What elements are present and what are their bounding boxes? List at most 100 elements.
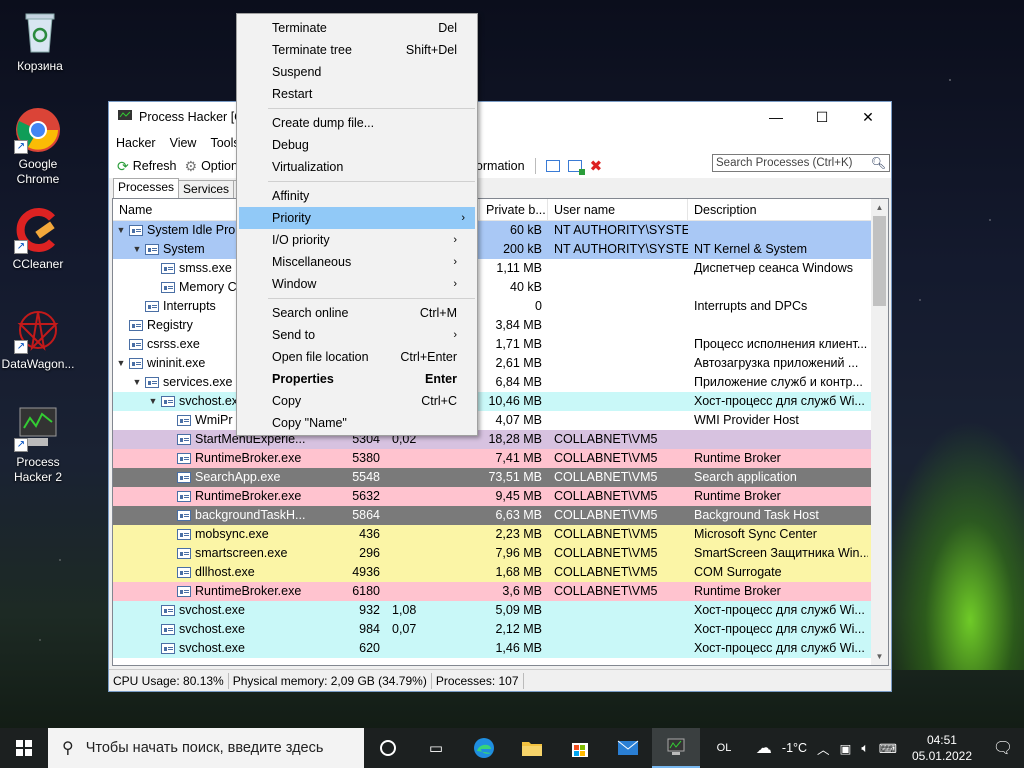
weather-cloud-icon[interactable]: ☁ <box>751 738 777 758</box>
desktop-icon-google-chrome[interactable]: ↗ Google Chrome <box>0 106 78 187</box>
desktop-icon-recycle-bin[interactable]: Корзина <box>0 8 80 74</box>
start-button[interactable] <box>0 728 48 768</box>
menu-item-terminate[interactable]: Terminate Del <box>237 17 477 39</box>
table-row[interactable]: Interrupts 0 Interrupts and DPCs <box>113 297 888 316</box>
menu-item-copy-name[interactable]: Copy "Name" <box>237 412 477 434</box>
process-name: RuntimeBroker.exe <box>195 451 302 465</box>
expand-chevron-icon[interactable]: ▼ <box>115 221 127 240</box>
language-indicator-icon[interactable]: ⌨ <box>874 741 902 756</box>
edge-button[interactable] <box>460 728 508 768</box>
taskbar-app-ol[interactable]: OL <box>700 728 748 768</box>
table-row[interactable]: mobsync.exe 436 2,23 MB COLLABNET\VM5 Micros… <box>113 525 888 544</box>
desktop-icon-ccleaner[interactable]: ↗ CCleaner <box>0 206 78 272</box>
expand-chevron-icon[interactable]: ▼ <box>131 373 143 392</box>
search-processes-input[interactable]: Search Processes (Ctrl+K) 🔍︎ <box>712 154 890 172</box>
menu-item-properties[interactable]: Properties Enter <box>237 368 477 390</box>
table-row[interactable]: svchost.exe 984 0,07 2,12 MB Хост-процесс дл… <box>113 620 888 639</box>
tab-services[interactable]: Services <box>178 180 235 198</box>
table-row[interactable]: Memory C 40 kB <box>113 278 888 297</box>
process-icon <box>161 605 175 616</box>
title-bar[interactable]: Process Hacker [CC — ☐ ✕ <box>109 102 891 132</box>
column-private-bytes[interactable]: Private b... <box>480 199 548 220</box>
menu-item-suspend[interactable]: Suspend <box>237 61 477 83</box>
notification-center-icon[interactable]: 🗨︎ <box>982 738 1024 758</box>
table-row[interactable]: csrss.exe 1,71 MB Процесс исполнения клиен… <box>113 335 888 354</box>
table-row[interactable]: ▼ services.exe 6,84 MB Приложение служб и к… <box>113 373 888 392</box>
desktop-icon-label: Process Hacker 2 <box>13 455 63 484</box>
expand-chevron-icon[interactable]: ▼ <box>131 240 143 259</box>
window-icon[interactable] <box>545 160 560 172</box>
expand-chevron-icon[interactable]: ▼ <box>147 392 159 411</box>
table-row[interactable]: backgroundTaskH... 5864 6,63 MB COLLABNET\V… <box>113 506 888 525</box>
menu-item-debug[interactable]: Debug <box>237 134 477 156</box>
table-row[interactable]: RuntimeBroker.exe 6180 3,6 MB COLLABNET\VM5… <box>113 582 888 601</box>
table-row[interactable]: RuntimeBroker.exe 5632 9,45 MB COLLABNET\VM… <box>113 487 888 506</box>
table-row[interactable]: SearchApp.exe 5548 73,51 MB COLLABNET\VM5 Se… <box>113 468 888 487</box>
column-user-name[interactable]: User name <box>548 199 688 220</box>
process-user-cell: COLLABNET\VM5 <box>554 470 658 484</box>
menu-item-window[interactable]: Window › <box>237 273 477 295</box>
volume-muted-icon[interactable]: 🔈︎ <box>856 741 874 756</box>
process-hacker-tray-icon[interactable]: ▣ <box>835 741 857 756</box>
menu-item-open-file-location[interactable]: Open file location Ctrl+Enter <box>237 346 477 368</box>
scroll-down-icon[interactable]: ▼ <box>871 648 888 665</box>
table-row[interactable]: ▼ System Idle Pro 60 kB NT AUTHORITY\SYSTEM <box>113 221 888 240</box>
task-view-button[interactable]: ▭ <box>412 728 460 768</box>
table-row[interactable]: ▼ wininit.exe 2,61 MB Автозагрузка приложен… <box>113 354 888 373</box>
minimize-button[interactable]: — <box>753 102 799 132</box>
menu-item-copy[interactable]: Copy Ctrl+C <box>237 390 477 412</box>
process-list-header: Name Private b... User name Description <box>113 199 888 221</box>
clock[interactable]: 04:51 05.01.2022 <box>902 732 982 764</box>
table-row[interactable]: svchost.exe 932 1,08 5,09 MB Хост-процесс дл… <box>113 601 888 620</box>
weather-temperature[interactable]: -1°C <box>777 741 812 755</box>
table-row[interactable]: svchost.exe 620 1,46 MB Хост-процесс для сл… <box>113 639 888 658</box>
submenu-chevron-icon: › <box>453 329 457 341</box>
kill-window-icon[interactable]: ✖ <box>590 157 603 175</box>
menu-view[interactable]: View <box>163 136 204 150</box>
expand-chevron-icon[interactable]: ▼ <box>115 354 127 373</box>
close-button[interactable]: ✕ <box>845 102 891 132</box>
file-explorer-button[interactable] <box>508 728 556 768</box>
system-information-button[interactable]: ormation <box>472 159 529 173</box>
desktop-icon-process-hacker[interactable]: ↗ Process Hacker 2 <box>0 404 78 485</box>
menu-item-affinity[interactable]: Affinity <box>237 185 477 207</box>
scroll-up-icon[interactable]: ▲ <box>871 199 888 216</box>
menu-item-search-online[interactable]: Search online Ctrl+M <box>237 302 477 324</box>
vertical-scrollbar[interactable]: ▲ ▼ <box>871 199 888 665</box>
tab-processes[interactable]: Processes <box>113 178 180 198</box>
table-row[interactable]: RuntimeBroker.exe 5380 7,41 MB COLLABNET\VM… <box>113 449 888 468</box>
table-row[interactable]: WmiPr 4,07 MB WMI Provider Host <box>113 411 888 430</box>
table-row[interactable]: Registry 3,84 MB <box>113 316 888 335</box>
show-hidden-icons-chevron-icon[interactable]: ︿ <box>812 739 835 758</box>
menu-item-restart[interactable]: Restart <box>237 83 477 105</box>
table-row[interactable]: smss.exe 1,11 MB Диспетчер сеанса Windows <box>113 259 888 278</box>
options-button[interactable]: ⚙ Option <box>181 158 242 175</box>
table-row[interactable]: dllhost.exe 4936 1,68 MB COLLABNET\VM5 COM S… <box>113 563 888 582</box>
maximize-button[interactable]: ☐ <box>799 102 845 132</box>
taskbar-search-box[interactable]: ⚲ Чтобы начать поиск, введите здесь <box>48 728 364 768</box>
menu-item-send-to[interactable]: Send to › <box>237 324 477 346</box>
menu-item-create-dump-file[interactable]: Create dump file... <box>237 112 477 134</box>
menu-item-i-o-priority[interactable]: I/O priority › <box>237 229 477 251</box>
menu-item-virtualization[interactable]: Virtualization <box>237 156 477 178</box>
mail-button[interactable] <box>604 728 652 768</box>
cortana-button[interactable] <box>364 728 412 768</box>
refresh-button[interactable]: ⟳ Refresh <box>113 158 181 175</box>
menu-item-terminate-tree[interactable]: Terminate tree Shift+Del <box>237 39 477 61</box>
process-pid-cell: 5380 <box>352 451 380 465</box>
table-row[interactable]: ▼ svchost.ex 10,46 MB Хост-процесс для служ… <box>113 392 888 411</box>
scrollbar-thumb[interactable] <box>873 216 886 306</box>
desktop-icon-datawagon[interactable]: ↗ DataWagon... <box>0 306 78 372</box>
table-row[interactable]: ▼ System 200 kB NT AUTHORITY\SYSTEM NT Kerne… <box>113 240 888 259</box>
menu-item-miscellaneous[interactable]: Miscellaneous › <box>237 251 477 273</box>
menu-hacker[interactable]: Hacker <box>109 136 163 150</box>
column-description[interactable]: Description <box>688 199 872 220</box>
table-row[interactable]: StartMenuExperie... 5304 0,02 18,28 MB COLLA… <box>113 430 888 449</box>
store-button[interactable] <box>556 728 604 768</box>
menu-item-priority[interactable]: Priority › <box>239 207 475 229</box>
table-row[interactable]: smartscreen.exe 296 7,96 MB COLLABNET\VM5 Sm… <box>113 544 888 563</box>
process-name: Registry <box>147 318 193 332</box>
menu-separator <box>268 181 475 182</box>
process-hacker-taskbar-button[interactable] <box>652 728 700 768</box>
find-window-icon[interactable] <box>567 160 585 175</box>
